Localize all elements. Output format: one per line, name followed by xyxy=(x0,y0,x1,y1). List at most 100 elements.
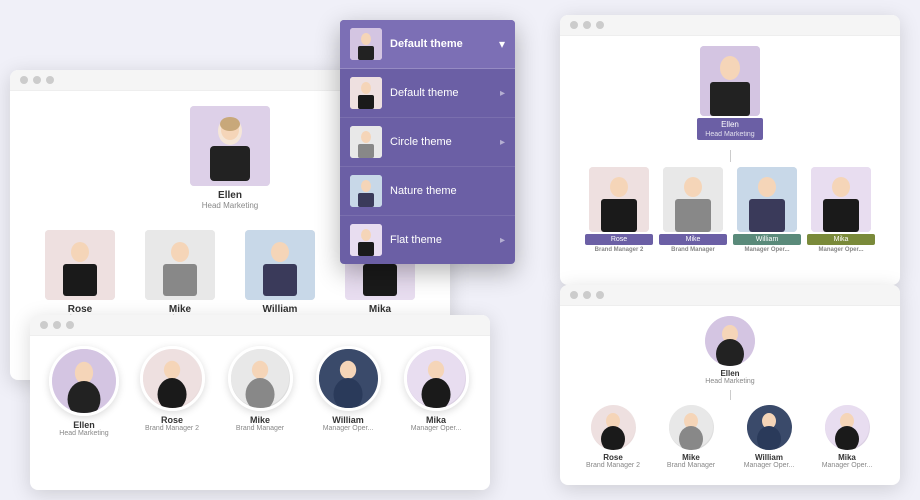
content-bottom: Ellen Head Marketing Rose Brand Manager … xyxy=(30,336,490,447)
mika-nature-role: Manager Oper... xyxy=(822,462,873,469)
photo-mike xyxy=(145,230,215,300)
dropdown-item-label-flat: Flat theme xyxy=(390,234,442,246)
dot1 xyxy=(570,21,578,29)
dropdown-item-thumb-default xyxy=(350,77,382,109)
dropdown-item-label-nature: Nature theme xyxy=(390,185,457,197)
mike-circle-role: Brand Manager xyxy=(236,425,284,432)
dropdown-selected-thumb xyxy=(350,28,382,60)
dot1 xyxy=(20,76,28,84)
connector-v xyxy=(730,150,731,162)
mike-rt-role: Brand Manager xyxy=(671,247,715,253)
photo-mika-nature xyxy=(825,405,870,450)
content-right-top: Ellen Head Marketing Rose Brand Manager xyxy=(560,36,900,263)
dot2 xyxy=(53,321,61,329)
photo-mike-nature xyxy=(669,405,714,450)
ellen-rt-role: Head Marketing xyxy=(705,131,754,138)
dot2 xyxy=(583,291,591,299)
dropdown-item-default[interactable]: Default theme ▸ xyxy=(340,69,515,118)
ellen-circle-name: Ellen xyxy=(73,420,95,430)
arrow-right-icon-default: ▸ xyxy=(500,88,505,99)
titlebar-bottom xyxy=(30,315,490,336)
rose-name: Rose xyxy=(68,304,92,315)
photo-mike-rt xyxy=(663,167,723,232)
dot3 xyxy=(46,76,54,84)
dropdown-header[interactable]: Default theme ▾ xyxy=(340,20,515,69)
mika-circle-role: Manager Oper... xyxy=(411,425,462,432)
org-children-rt: Rose Brand Manager 2 Mike Brand Manager xyxy=(585,167,875,253)
dropdown-item-label-default: Default theme xyxy=(390,87,458,99)
org-root: Ellen Head Marketing xyxy=(185,106,275,210)
arrow-right-icon-flat: ▸ xyxy=(500,235,505,246)
mike-nature-name: Mike xyxy=(682,453,700,462)
person-rose-nature: Rose Brand Manager 2 xyxy=(578,405,648,469)
ellen-rt-label: Ellen Head Marketing xyxy=(697,118,762,140)
dot3 xyxy=(596,21,604,29)
mika-nature-name: Mika xyxy=(838,453,856,462)
photo-william-nature xyxy=(747,405,792,450)
dropdown-item-circle[interactable]: Circle theme ▸ xyxy=(340,118,515,167)
connector-nature xyxy=(730,390,731,400)
person-william-rt: William Manager Oper... xyxy=(733,167,801,253)
dot1 xyxy=(40,321,48,329)
photo-mika-rt xyxy=(811,167,871,232)
mike-rt-label: Mike xyxy=(659,234,727,245)
mika-rt-label: Mika xyxy=(807,234,875,245)
person-rose-rt: Rose Brand Manager 2 xyxy=(585,167,653,253)
dot3 xyxy=(66,321,74,329)
mika-rt-role: Manager Oper... xyxy=(818,247,863,253)
person-mike-nature: Mike Brand Manager xyxy=(656,405,726,469)
chevron-down-icon: ▾ xyxy=(499,37,505,51)
person-rose-circle: Rose Brand Manager 2 xyxy=(133,346,211,437)
photo-ellen xyxy=(190,106,270,186)
person-ellen-rt: Ellen Head Marketing xyxy=(697,46,762,140)
dot1 xyxy=(570,291,578,299)
photo-ellen-circle xyxy=(49,346,119,416)
nature-children: Rose Brand Manager 2 Mike Brand Manager xyxy=(578,405,882,469)
person-mika-nature: Mika Manager Oper... xyxy=(812,405,882,469)
photo-william-circle xyxy=(316,346,381,411)
dropdown-item-flat[interactable]: Flat theme ▸ xyxy=(340,216,515,264)
mika-name: Mika xyxy=(369,304,391,315)
william-nature-role: Manager Oper... xyxy=(744,462,795,469)
person-mike-left: Mike Brand Manager xyxy=(135,230,225,322)
william-circle-role: Manager Oper... xyxy=(323,425,374,432)
dropdown-item-thumb-nature xyxy=(350,175,382,207)
rose-circle-role: Brand Manager 2 xyxy=(145,425,199,432)
photo-mika-circle xyxy=(404,346,469,411)
william-rt-label: William xyxy=(733,234,801,245)
ellen-nature-name: Ellen xyxy=(720,369,739,378)
card-nature-theme: Ellen Head Marketing Rose Brand Manager … xyxy=(560,285,900,485)
org-root-rt: Ellen Head Marketing xyxy=(697,46,762,140)
mike-name: Mike xyxy=(169,304,191,315)
person-mika-circle: Mika Manager Oper... xyxy=(397,346,475,437)
dropdown-item-label-circle: Circle theme xyxy=(390,136,452,148)
dot2 xyxy=(583,21,591,29)
mike-nature-role: Brand Manager xyxy=(667,462,715,469)
dropdown-header-left: Default theme xyxy=(350,28,463,60)
photo-rose-circle xyxy=(140,346,205,411)
ellen-name: Ellen xyxy=(218,190,242,201)
rose-rt-label: Rose xyxy=(585,234,653,245)
ellen-nature-role: Head Marketing xyxy=(705,378,754,385)
dot2 xyxy=(33,76,41,84)
mike-circle-name: Mike xyxy=(250,415,270,425)
rose-circle-name: Rose xyxy=(161,415,183,425)
rose-rt-role: Brand Manager 2 xyxy=(595,247,644,253)
photo-rose-rt xyxy=(589,167,649,232)
person-mika-rt: Mika Manager Oper... xyxy=(807,167,875,253)
ellen-circle-role: Head Marketing xyxy=(59,430,108,437)
photo-ellen-rt xyxy=(700,46,760,116)
photo-rose xyxy=(45,230,115,300)
person-mike-circle: Mike Brand Manager xyxy=(221,346,299,437)
photo-william-rt xyxy=(737,167,797,232)
dropdown-item-nature[interactable]: Nature theme xyxy=(340,167,515,216)
person-william-left: William Manager... xyxy=(235,230,325,322)
person-william-circle: William Manager Oper... xyxy=(309,346,387,437)
ellen-rt-name: Ellen xyxy=(721,120,739,129)
william-nature-name: William xyxy=(755,453,783,462)
titlebar-right-bottom xyxy=(560,285,900,306)
dropdown-item-thumb-circle xyxy=(350,126,382,158)
nature-root: Ellen Head Marketing xyxy=(705,316,755,385)
theme-dropdown[interactable]: Default theme ▾ Default theme ▸ Circle t… xyxy=(340,20,515,264)
person-rose-left: Rose Brand Manager 2 xyxy=(35,230,125,322)
